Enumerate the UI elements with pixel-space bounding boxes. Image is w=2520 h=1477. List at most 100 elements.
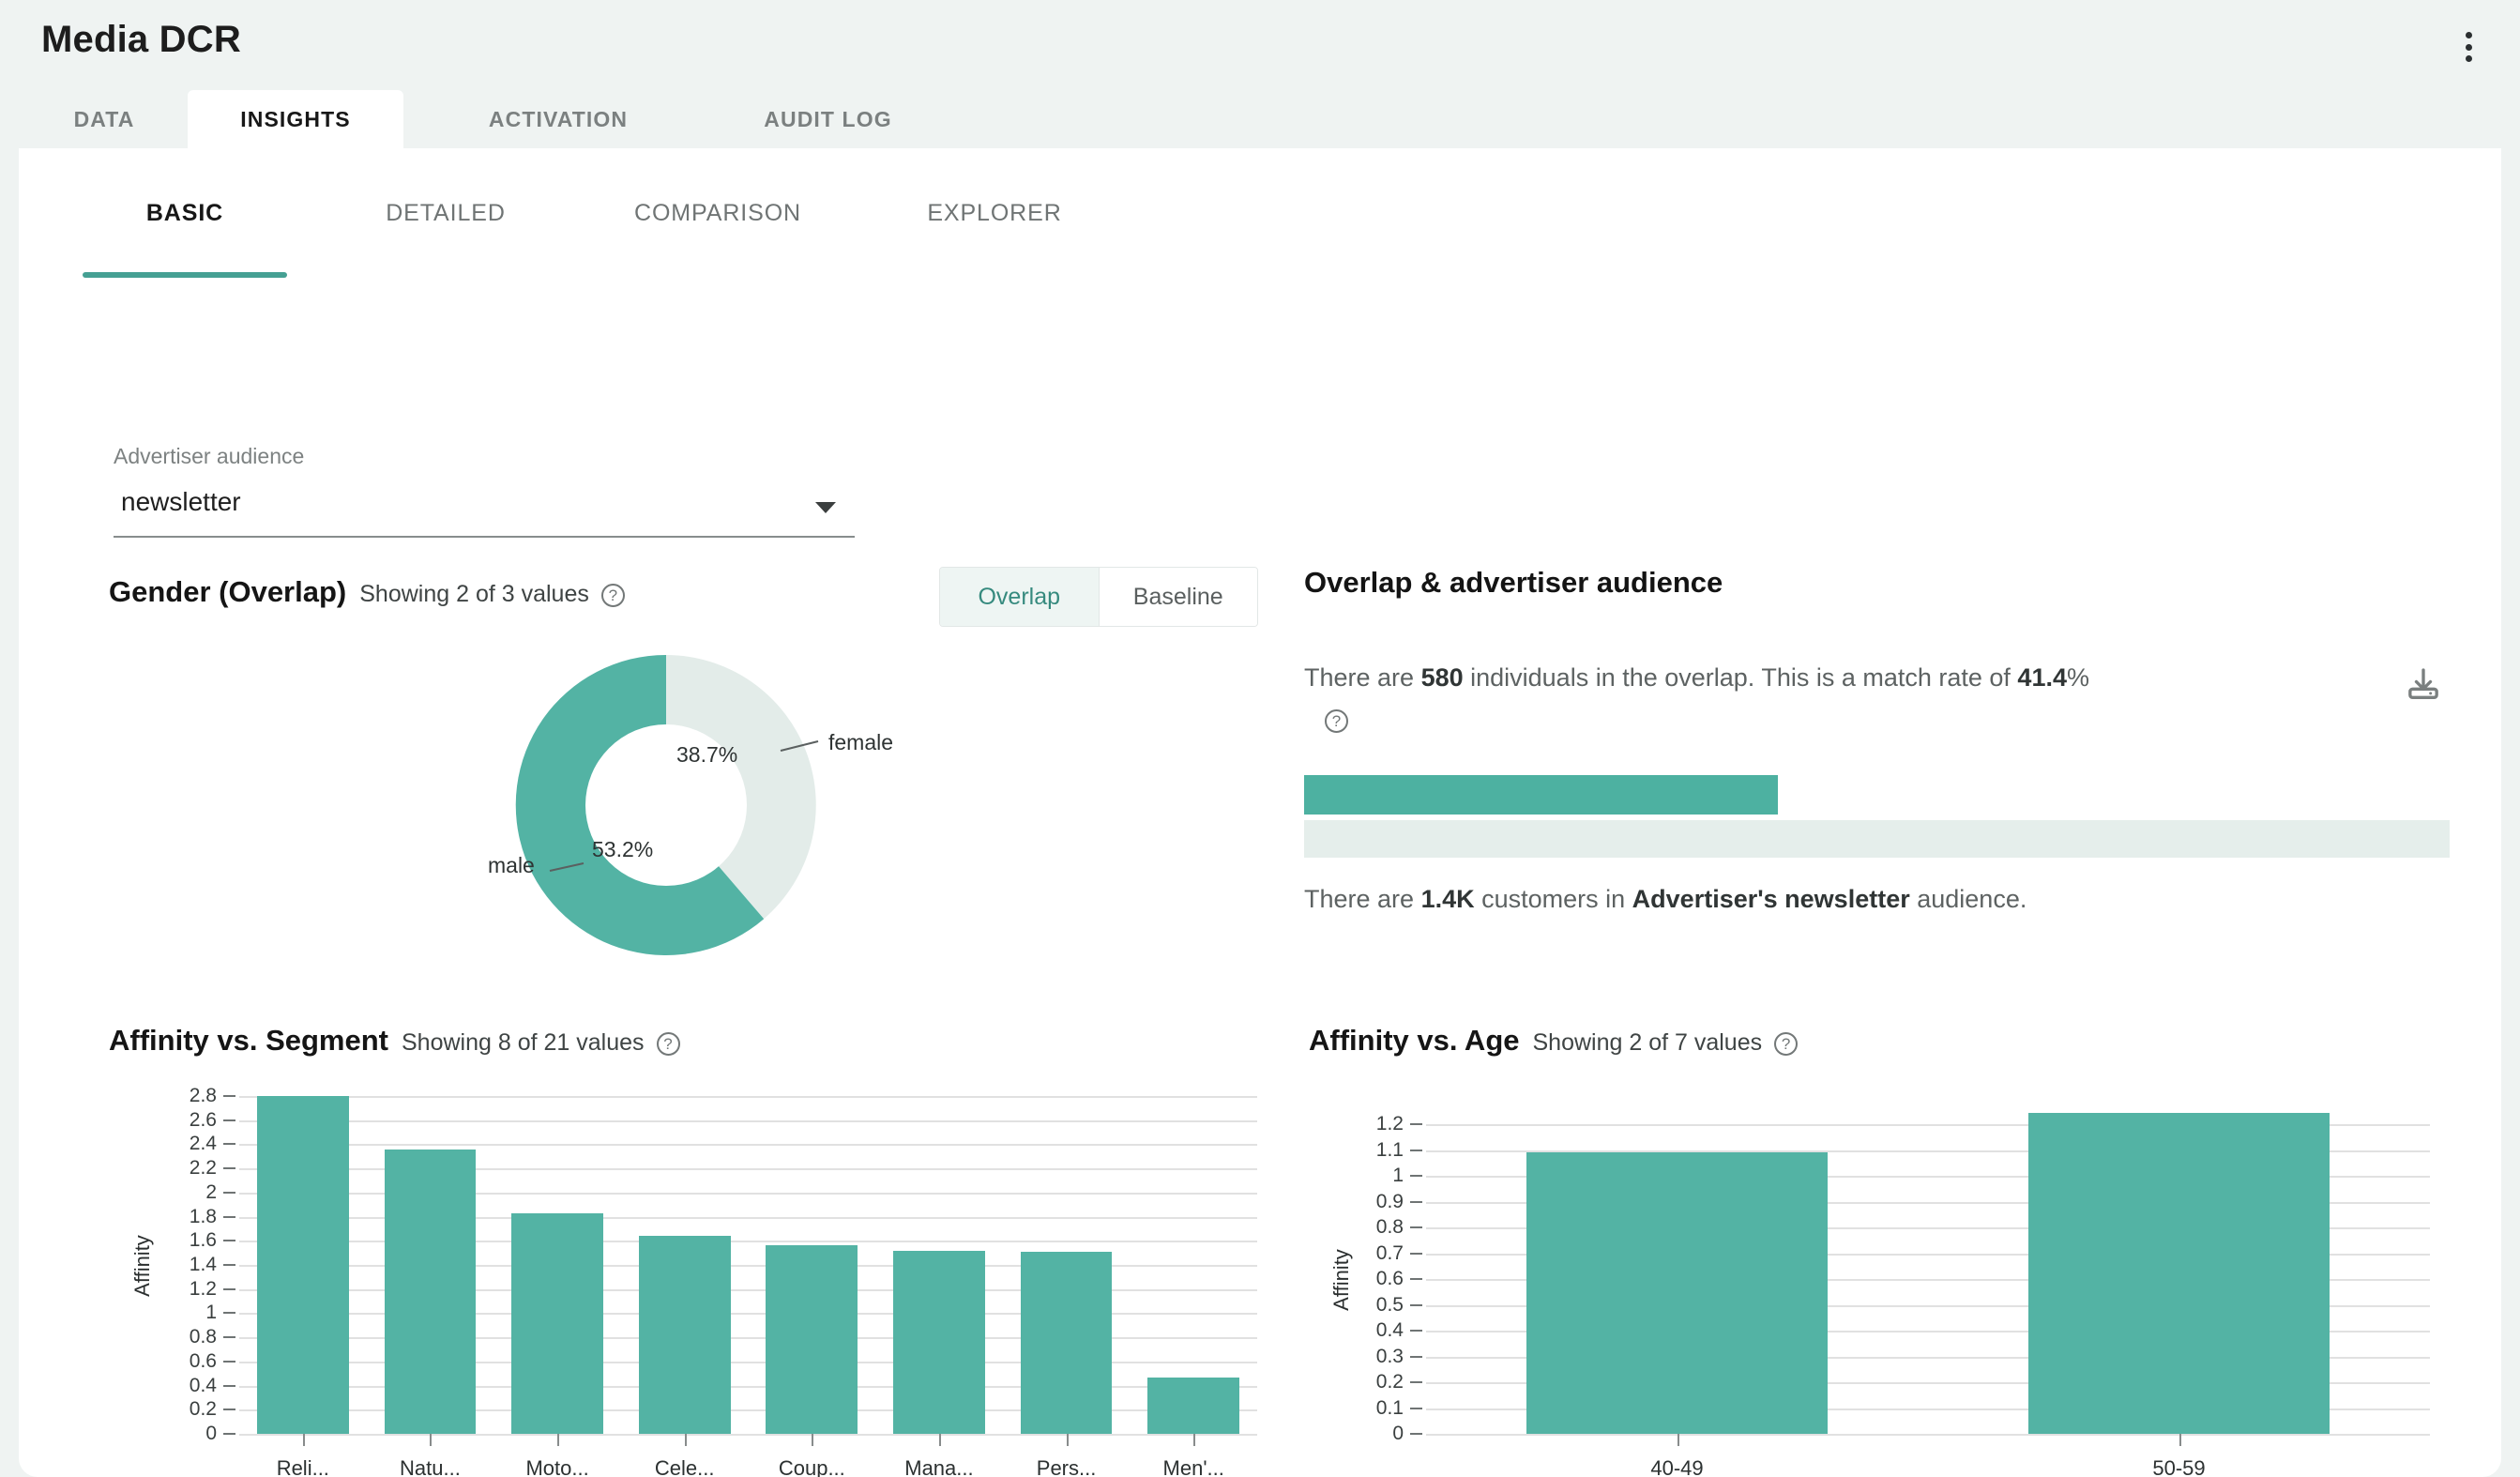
y-axis-tick-mark — [1410, 1381, 1422, 1383]
help-icon[interactable]: ? — [1325, 709, 1348, 733]
y-axis-tick-label: 1 — [205, 1302, 217, 1324]
page-title: Media DCR — [41, 19, 241, 60]
y-axis-tick-label: 2 — [205, 1180, 217, 1203]
advertiser-audience-select[interactable]: newsletter — [114, 481, 855, 538]
y-axis-tick-label: 0.7 — [1375, 1241, 1404, 1264]
x-axis-tick-label: Pers... — [1036, 1456, 1097, 1477]
y-axis-tick-label: 1 — [1392, 1165, 1404, 1186]
overlap-summary-line: There are 580 individuals in the overlap… — [1304, 660, 2364, 696]
gridline — [1426, 1434, 2430, 1436]
x-axis-tick-label: 50-59 — [2152, 1456, 2206, 1477]
y-axis-tick-mark — [223, 1095, 235, 1097]
y-axis-tick-label: 0 — [1392, 1423, 1404, 1444]
y-axis-tick-mark — [1410, 1407, 1422, 1409]
segment-chart-subtitle: Showing 8 of 21 values — [402, 1029, 645, 1056]
y-axis-tick-label: 0.9 — [1375, 1190, 1404, 1212]
segment-section-heading: Affinity vs. Segment Showing 8 of 21 val… — [109, 1024, 680, 1058]
overlap-bar-filled — [1304, 775, 1779, 815]
overlap-line2-suffix: audience. — [1909, 885, 2027, 913]
bar[interactable] — [1020, 1251, 1113, 1434]
segment-chart-title: Affinity vs. Segment — [109, 1024, 388, 1057]
tab-data[interactable]: DATA — [38, 90, 171, 148]
y-axis-tick-mark — [1410, 1355, 1422, 1358]
help-icon[interactable]: ? — [600, 584, 625, 607]
age-chart-subtitle: Showing 2 of 7 values — [1532, 1029, 1763, 1056]
y-axis-tick-mark — [1410, 1149, 1422, 1151]
bar[interactable] — [384, 1149, 477, 1434]
download-icon[interactable] — [2405, 665, 2442, 708]
x-axis-tick-mark — [938, 1434, 941, 1446]
help-icon[interactable]: ? — [1774, 1032, 1799, 1056]
bar[interactable] — [256, 1096, 349, 1434]
bar[interactable] — [2028, 1112, 2330, 1434]
y-axis-tick-label: 2.6 — [189, 1108, 217, 1131]
overlap-line1-prefix: There are — [1304, 663, 1421, 692]
content-card: BASIC DETAILED COMPARISON EXPLORER Adver… — [19, 148, 2501, 1477]
y-axis-tick-mark — [223, 1433, 235, 1435]
age-chart-title: Affinity vs. Age — [1309, 1024, 1520, 1057]
y-axis-tick-mark — [1410, 1175, 1422, 1177]
donut-value-female: 38.7% — [676, 742, 738, 767]
y-axis-tick-mark — [1410, 1433, 1422, 1435]
x-axis-tick-label: Coup... — [778, 1456, 845, 1477]
kebab-menu-icon[interactable] — [2452, 28, 2484, 66]
x-axis-tick-label: 40-49 — [1650, 1456, 1704, 1477]
y-axis-tick-mark — [223, 1408, 235, 1411]
tab-comparison[interactable]: COMPARISON — [582, 175, 854, 251]
gender-donut-chart: female male 38.7% 53.2% — [469, 636, 893, 974]
y-axis-tick-label: 1.1 — [1375, 1138, 1404, 1161]
y-axis-tick-mark — [1410, 1226, 1422, 1228]
y-axis-title: Affinity — [1329, 1249, 1353, 1311]
y-axis-tick-label: 0.6 — [189, 1349, 217, 1372]
y-axis-tick-mark — [1410, 1200, 1422, 1203]
tab-activation[interactable]: ACTIVATION — [441, 90, 676, 148]
y-axis-tick-mark — [223, 1167, 235, 1170]
y-axis-tick-label: 0.8 — [189, 1326, 217, 1348]
tab-explorer[interactable]: EXPLORER — [873, 175, 1116, 251]
audience-name: Advertiser's newsletter — [1632, 885, 1910, 913]
x-axis-tick-mark — [557, 1434, 560, 1446]
x-axis-tick-mark — [302, 1434, 305, 1446]
active-tab-underline — [83, 272, 287, 278]
y-axis-tick-label: 0.1 — [1375, 1396, 1404, 1419]
gender-title: Gender (Overlap) — [109, 575, 347, 608]
bar[interactable] — [1147, 1377, 1239, 1434]
toggle-baseline-button[interactable]: Baseline — [1099, 568, 1257, 626]
bar[interactable] — [511, 1212, 603, 1434]
advertiser-audience-summary-line: There are 1.4K customers in Advertiser's… — [1304, 885, 2027, 914]
bar[interactable] — [766, 1245, 858, 1434]
y-axis-tick-mark — [223, 1360, 235, 1363]
overlap-individuals-count: 580 — [1420, 663, 1464, 692]
chevron-down-icon — [815, 502, 836, 513]
bar[interactable] — [893, 1250, 985, 1434]
tab-detailed[interactable]: DETAILED — [325, 175, 567, 251]
donut-label-male: male — [488, 853, 535, 877]
tab-insights[interactable]: INSIGHTS — [188, 90, 403, 148]
age-bar-chart: 0 0.1 0.2 0.3 0.4 0.5 0.6 0.7 0.8 0.9 1 1.1 1.2 40-49… — [1323, 1087, 2449, 1477]
y-axis-tick-label: 1.2 — [1375, 1113, 1404, 1134]
x-axis-tick-mark — [430, 1434, 433, 1446]
tab-basic[interactable]: BASIC — [64, 175, 306, 251]
y-axis-tick-mark — [223, 1384, 235, 1387]
y-axis-tick-label: 0.2 — [1375, 1371, 1404, 1393]
y-axis-tick-label: 0.3 — [1375, 1345, 1404, 1367]
x-axis-tick-mark — [812, 1434, 814, 1446]
y-axis-tick-label: 2.4 — [189, 1133, 217, 1155]
x-axis-tick-label: Reli... — [276, 1456, 329, 1477]
secondary-tabbar: BASIC DETAILED COMPARISON EXPLORER — [19, 175, 2501, 278]
y-axis-tick-label: 0.6 — [1375, 1268, 1404, 1289]
x-axis-tick-label: Mana... — [904, 1456, 974, 1477]
segment-bar-chart: 0 0.2 0.4 0.6 0.8 1 1.2 1.4 1.6 1.8 2 2.2 2.4 2.6 2.8 R… — [122, 1085, 1257, 1477]
app-window: Media DCR DATA INSIGHTS ACTIVATION AUDIT… — [0, 0, 2520, 1477]
bar[interactable] — [1526, 1152, 1828, 1434]
bar[interactable] — [638, 1236, 731, 1434]
y-axis-title: Affinity — [130, 1235, 154, 1297]
y-axis-tick-mark — [223, 1215, 235, 1218]
overlap-match-rate: 41.4 — [2017, 663, 2067, 692]
toggle-overlap-button[interactable]: Overlap — [940, 568, 1099, 626]
primary-tabbar: DATA INSIGHTS ACTIVATION AUDIT LOG — [0, 90, 2520, 148]
tab-audit-log[interactable]: AUDIT LOG — [713, 90, 943, 148]
y-axis-tick-mark — [223, 1191, 235, 1194]
help-icon[interactable]: ? — [656, 1032, 680, 1056]
y-axis-tick-label: 1.4 — [189, 1254, 217, 1275]
